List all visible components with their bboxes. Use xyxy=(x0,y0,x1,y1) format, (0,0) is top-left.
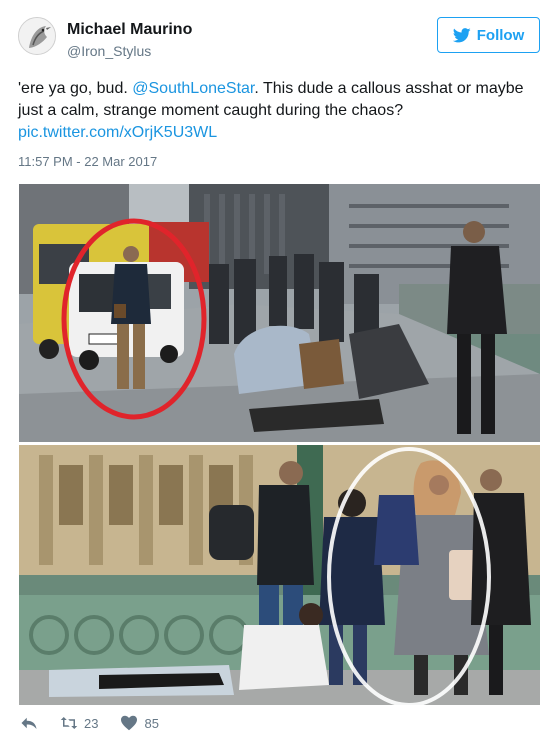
avatar[interactable] xyxy=(18,17,56,55)
like-button[interactable]: 85 xyxy=(120,715,159,731)
retweet-count: 23 xyxy=(84,715,99,731)
media-link[interactable]: pic.twitter.com/xOrjK5U3WL xyxy=(18,124,217,141)
photo-bridge-scene-image xyxy=(19,184,540,442)
timestamp[interactable]: 11:57 PM - 22 Mar 2017 xyxy=(18,154,157,169)
avatar-bird-illustration xyxy=(19,18,55,54)
tweet-text-start: 'ere ya go, bud. xyxy=(18,80,133,97)
retweet-button[interactable]: 23 xyxy=(60,715,98,731)
like-count: 85 xyxy=(144,715,159,731)
photo-bridge-scene[interactable] xyxy=(19,184,540,442)
follow-label: Follow xyxy=(476,26,525,44)
photo-closeup-scene[interactable] xyxy=(19,445,540,705)
display-name[interactable]: Michael Maurino xyxy=(67,21,192,39)
tweet-actions: 23 85 xyxy=(20,715,181,731)
reply-icon xyxy=(21,717,37,729)
photo-closeup-scene-image xyxy=(19,445,540,705)
tweet-text: 'ere ya go, bud. @SouthLoneStar. This du… xyxy=(18,78,543,144)
reply-button[interactable] xyxy=(20,715,38,731)
follow-button[interactable]: Follow xyxy=(437,17,540,53)
heart-icon xyxy=(121,715,138,731)
user-handle[interactable]: @Iron_Stylus xyxy=(67,43,151,59)
retweet-icon xyxy=(60,717,78,729)
mention-link[interactable]: @SouthLoneStar xyxy=(132,80,254,97)
twitter-bird-icon xyxy=(452,27,471,42)
photo-collage[interactable] xyxy=(19,184,540,705)
